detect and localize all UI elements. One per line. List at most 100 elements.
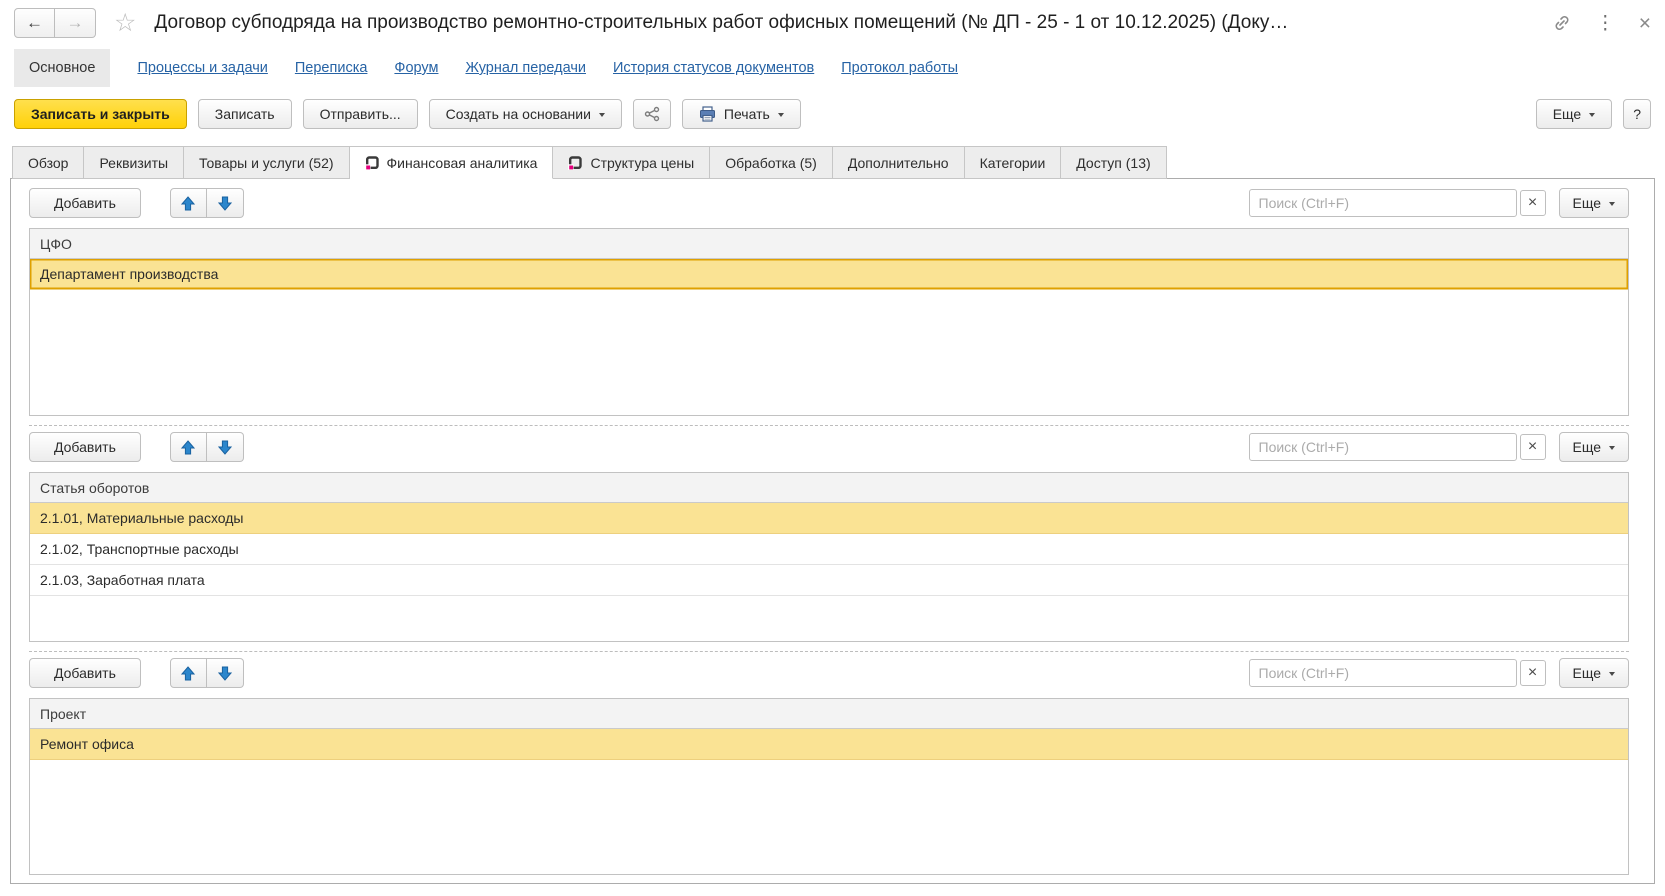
tab-content-panel: Добавить × Еще ЦФО Департамент производс… — [10, 178, 1655, 884]
reorder-buttons — [170, 188, 244, 218]
grid-empty-area — [30, 760, 1628, 874]
nav-item-processes[interactable]: Процессы и задачи — [137, 60, 267, 76]
search-input[interactable] — [1249, 189, 1517, 217]
arrow-down-icon — [218, 666, 232, 681]
history-nav: ← → — [14, 8, 96, 38]
group-splitter[interactable] — [29, 425, 1629, 426]
grid-empty-area — [30, 596, 1628, 641]
tab-additional[interactable]: Дополнительно — [833, 146, 965, 179]
tab-label: Структура цены — [590, 155, 694, 171]
column-header-turnover-item[interactable]: Статья оборотов — [30, 473, 1628, 503]
move-up-button[interactable] — [170, 188, 207, 218]
grid-empty-area — [30, 290, 1628, 415]
chevron-down-icon — [778, 113, 784, 117]
group-splitter[interactable] — [29, 651, 1629, 652]
nav-item-status-history[interactable]: История статусов документов — [613, 60, 814, 76]
more-label: Еще — [1553, 106, 1582, 122]
table-row[interactable]: 2.1.02, Транспортные расходы — [30, 534, 1628, 565]
create-on-basis-button[interactable]: Создать на основании — [429, 99, 622, 129]
clear-search-button[interactable]: × — [1520, 190, 1546, 216]
tab-goods-services[interactable]: Товары и услуги (52) — [184, 146, 349, 179]
modified-tab-icon — [365, 156, 379, 170]
more-button[interactable]: Еще — [1559, 188, 1630, 218]
tab-access[interactable]: Доступ (13) — [1061, 146, 1166, 179]
more-button[interactable]: Еще — [1536, 99, 1613, 129]
tab-label: Доступ (13) — [1076, 155, 1150, 171]
tab-label: Обработка (5) — [725, 155, 817, 171]
print-label: Печать — [724, 106, 770, 122]
arrow-up-icon — [181, 196, 195, 211]
nav-item-main[interactable]: Основное — [14, 49, 110, 87]
move-down-button[interactable] — [207, 188, 244, 218]
move-up-button[interactable] — [170, 658, 207, 688]
chevron-down-icon — [1609, 446, 1615, 450]
tab-overview[interactable]: Обзор — [12, 146, 84, 179]
add-button[interactable]: Добавить — [29, 188, 141, 218]
tab-categories[interactable]: Категории — [965, 146, 1062, 179]
tab-price-structure[interactable]: Структура цены — [553, 146, 710, 179]
move-up-button[interactable] — [170, 432, 207, 462]
favorite-star-icon[interactable]: ☆ — [114, 11, 136, 36]
back-button[interactable]: ← — [14, 8, 55, 38]
arrow-down-icon — [218, 196, 232, 211]
forward-button[interactable]: → — [55, 8, 96, 38]
close-icon[interactable]: × — [1639, 13, 1651, 34]
chevron-down-icon — [599, 113, 605, 117]
clear-search-button[interactable]: × — [1520, 660, 1546, 686]
project-toolbar: Добавить × Еще — [29, 658, 1629, 688]
kebab-menu-icon[interactable]: ⋮ — [1596, 14, 1615, 33]
search-input[interactable] — [1249, 433, 1517, 461]
get-link-icon[interactable] — [1552, 13, 1572, 33]
tab-processing[interactable]: Обработка (5) — [710, 146, 833, 179]
more-button[interactable]: Еще — [1559, 658, 1630, 688]
tab-financial-analytics[interactable]: Финансовая аналитика — [350, 146, 554, 179]
tab-label: Реквизиты — [99, 155, 168, 171]
titlebar: ← → ☆ Договор субподряда на производство… — [0, 0, 1665, 46]
nav-item-work-protocol[interactable]: Протокол работы — [841, 60, 958, 76]
move-down-button[interactable] — [207, 658, 244, 688]
reorder-buttons — [170, 658, 244, 688]
chevron-down-icon — [1589, 113, 1595, 117]
nav-item-correspondence[interactable]: Переписка — [295, 60, 368, 76]
tab-requisites[interactable]: Реквизиты — [84, 146, 184, 179]
add-button[interactable]: Добавить — [29, 658, 141, 688]
table-row[interactable]: 2.1.03, Заработная плата — [30, 565, 1628, 596]
search-input[interactable] — [1249, 659, 1517, 687]
chevron-down-icon — [1609, 672, 1615, 676]
column-header-project[interactable]: Проект — [30, 699, 1628, 729]
section-nav: Основное Процессы и задачи Переписка Фор… — [0, 46, 1665, 90]
arrow-up-icon — [181, 440, 195, 455]
nav-item-forum[interactable]: Форум — [394, 60, 438, 76]
create-on-basis-label: Создать на основании — [446, 106, 591, 122]
share-button[interactable] — [633, 99, 671, 129]
command-bar: Записать и закрыть Записать Отправить...… — [0, 90, 1665, 139]
back-icon: ← — [26, 13, 43, 33]
save-button[interactable]: Записать — [198, 99, 292, 129]
print-button[interactable]: Печать — [682, 99, 801, 129]
chevron-down-icon — [1609, 202, 1615, 206]
clear-search-button[interactable]: × — [1520, 434, 1546, 460]
save-and-close-button[interactable]: Записать и закрыть — [14, 99, 187, 129]
cfo-table: ЦФО Департамент производства — [29, 228, 1629, 416]
window-title: Договор субподряда на производство ремон… — [154, 12, 1531, 34]
more-label: Еще — [1573, 439, 1602, 455]
window-controls: ⋮ × — [1552, 13, 1651, 34]
tab-label: Товары и услуги (52) — [199, 155, 333, 171]
tab-label: Обзор — [28, 155, 68, 171]
turnover-item-table: Статья оборотов 2.1.01, Материальные рас… — [29, 472, 1629, 642]
more-label: Еще — [1573, 195, 1602, 211]
table-row[interactable]: Ремонт офиса — [30, 729, 1628, 760]
nav-item-transfer-log[interactable]: Журнал передачи — [465, 60, 586, 76]
more-button[interactable]: Еще — [1559, 432, 1630, 462]
table-row[interactable]: 2.1.01, Материальные расходы — [30, 503, 1628, 534]
add-button[interactable]: Добавить — [29, 432, 141, 462]
help-button[interactable]: ? — [1623, 99, 1651, 129]
forward-icon: → — [67, 13, 84, 33]
column-header-cfo[interactable]: ЦФО — [30, 229, 1628, 259]
printer-icon — [699, 106, 716, 122]
table-row[interactable]: Департамент производства — [30, 259, 1628, 290]
send-button[interactable]: Отправить... — [303, 99, 418, 129]
share-icon — [643, 105, 661, 123]
arrow-down-icon — [218, 440, 232, 455]
move-down-button[interactable] — [207, 432, 244, 462]
